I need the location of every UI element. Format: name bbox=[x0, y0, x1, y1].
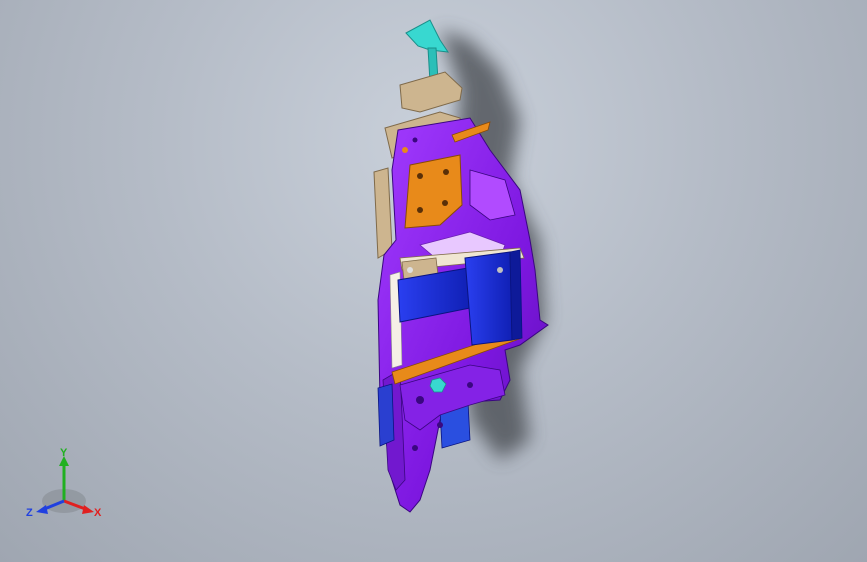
x-axis-arrow bbox=[82, 505, 94, 514]
graphics-viewport[interactable]: Y X Z bbox=[0, 0, 867, 562]
z-axis-arrow bbox=[36, 505, 48, 514]
coordinate-triad: Y X Z bbox=[26, 447, 102, 519]
3d-model-view[interactable] bbox=[0, 0, 867, 562]
z-axis-label: Z bbox=[26, 507, 33, 519]
x-axis-label: X bbox=[94, 507, 102, 519]
y-axis-label: Y bbox=[60, 447, 68, 459]
